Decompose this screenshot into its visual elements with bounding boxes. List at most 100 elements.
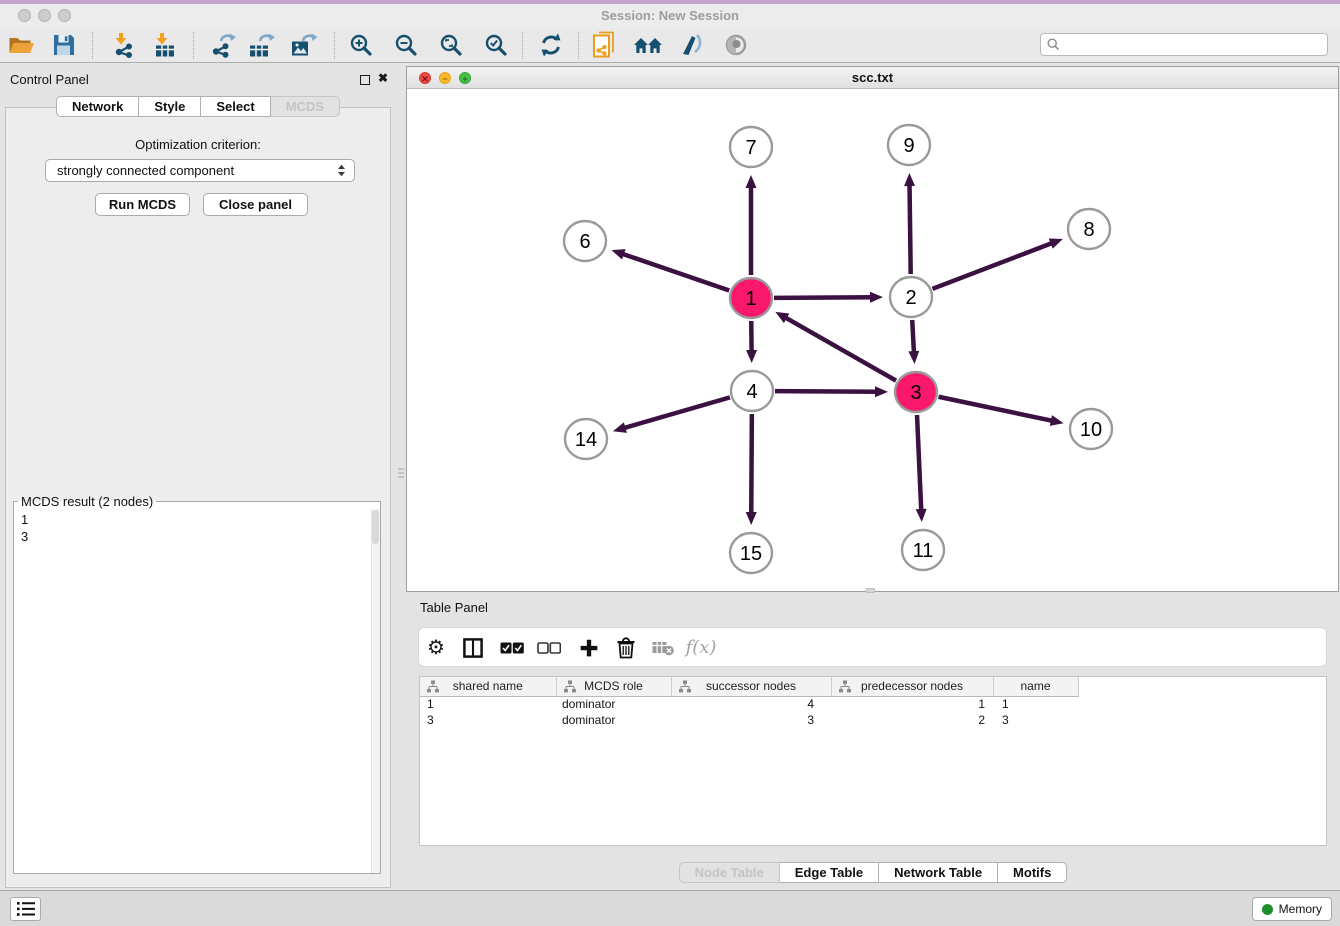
tab-network-table[interactable]: Network Table — [879, 862, 998, 883]
save-session-button[interactable] — [52, 33, 76, 57]
graph-edge-arrowhead — [611, 249, 625, 259]
graph-node-4[interactable]: 4 — [731, 371, 773, 411]
window-titlebar: Session: New Session — [0, 4, 1340, 28]
table-cell[interactable]: 4 — [671, 696, 831, 712]
column-header-name[interactable]: name — [993, 677, 1078, 696]
export-image-button[interactable] — [289, 32, 317, 58]
tab-network[interactable]: Network — [56, 96, 139, 117]
network-graph-svg[interactable]: 7 9 6 8 1 2 4 3 14 10 15 11 — [407, 89, 1338, 591]
import-table-button[interactable] — [152, 32, 178, 58]
table-cell[interactable]: dominator — [556, 696, 671, 712]
column-header-shared-name[interactable]: shared name — [420, 677, 556, 696]
delete-table-button[interactable] — [652, 640, 675, 656]
select-all-button[interactable] — [500, 642, 524, 654]
export-network-button[interactable] — [208, 32, 236, 58]
graph-node-14[interactable]: 14 — [565, 419, 607, 459]
delete-column-button[interactable] — [616, 637, 636, 659]
home-button[interactable] — [633, 34, 663, 56]
open-session-button[interactable] — [8, 33, 35, 57]
graph-node-11[interactable]: 11 — [902, 530, 944, 570]
node-table-region: shared name MCDS role successor nodes pr… — [419, 676, 1327, 846]
column-header-successor-nodes[interactable]: successor nodes — [671, 677, 831, 696]
graph-edge-4-15[interactable] — [751, 414, 752, 517]
table-toolbar: ⚙ f(x) — [418, 627, 1327, 667]
graph-node-8[interactable]: 8 — [1068, 209, 1110, 249]
tab-style[interactable]: Style — [139, 96, 201, 117]
tab-motifs[interactable]: Motifs — [998, 862, 1067, 883]
zoom-fit-icon — [439, 33, 463, 57]
table-cell[interactable]: 3 — [671, 712, 831, 728]
column-header-mcds-role[interactable]: MCDS role — [556, 677, 671, 696]
graph-edge-3-10[interactable] — [939, 397, 1056, 422]
memory-button[interactable]: Memory — [1252, 897, 1332, 921]
graph-node-10[interactable]: 10 — [1070, 409, 1112, 449]
close-panel-button[interactable]: Close panel — [203, 193, 308, 216]
refresh-button[interactable] — [538, 32, 564, 58]
graph-edge-arrowhead — [870, 292, 883, 303]
zoom-out-button[interactable] — [394, 33, 418, 57]
style-brush-button[interactable] — [680, 32, 704, 58]
tab-node-table[interactable]: Node Table — [679, 862, 780, 883]
result-scrollbar[interactable] — [371, 509, 380, 873]
table-settings-button[interactable]: ⚙ — [427, 638, 445, 658]
table-cell[interactable]: 1 — [420, 696, 556, 712]
zoom-in-button[interactable] — [349, 33, 373, 57]
graph-edge-4-3[interactable] — [775, 391, 880, 392]
graph-edge-2-9[interactable] — [909, 181, 910, 274]
graph-edge-3-11[interactable] — [917, 415, 921, 514]
add-column-button[interactable] — [579, 638, 600, 659]
task-history-button[interactable] — [10, 897, 41, 921]
graph-node-7[interactable]: 7 — [730, 127, 772, 167]
table-row[interactable]: 1dominator411 — [420, 696, 1326, 712]
table-cell[interactable] — [1078, 696, 1326, 712]
graph-edge-3-1[interactable] — [782, 316, 896, 381]
graph-edge-1-2[interactable] — [774, 297, 875, 298]
horizontal-splitter-handle[interactable] — [866, 588, 875, 593]
tab-mcds[interactable]: MCDS — [271, 96, 340, 117]
graph-edge-arrowhead — [746, 512, 757, 525]
graph-node-1[interactable]: 1 — [730, 278, 772, 318]
tab-select[interactable]: Select — [201, 96, 270, 117]
graph-edge-arrowhead — [746, 175, 757, 188]
zoom-selected-button[interactable] — [484, 33, 508, 57]
deselect-all-button[interactable] — [537, 642, 561, 654]
eye-button[interactable] — [724, 33, 748, 57]
criterion-dropdown[interactable]: strongly connected component — [45, 159, 355, 182]
float-panel-icon[interactable] — [360, 75, 370, 85]
eye-icon — [724, 33, 748, 57]
table-cell[interactable]: 1 — [831, 696, 993, 712]
graph-node-9[interactable]: 9 — [888, 125, 930, 165]
graph-node-3[interactable]: 3 — [895, 372, 937, 412]
network-window-titlebar[interactable]: ✕ − + scc.txt — [407, 67, 1338, 89]
graph-node-15[interactable]: 15 — [730, 533, 772, 573]
network-document-button[interactable] — [591, 31, 617, 59]
export-table-button[interactable] — [247, 32, 275, 58]
graph-node-6[interactable]: 6 — [564, 221, 606, 261]
table-cell[interactable] — [1078, 712, 1326, 728]
search-input[interactable] — [1064, 37, 1321, 53]
graph-node-2[interactable]: 2 — [890, 277, 932, 317]
zoom-fit-button[interactable] — [439, 33, 463, 57]
table-row[interactable]: 3dominator323 — [420, 712, 1326, 728]
import-network-button[interactable] — [111, 32, 137, 58]
column-layout-button[interactable] — [463, 638, 484, 659]
import-table-icon — [152, 32, 178, 58]
tab-edge-table[interactable]: Edge Table — [780, 862, 879, 883]
table-cell[interactable]: 1 — [993, 696, 1078, 712]
gear-icon: ⚙ — [427, 637, 445, 659]
mcds-result-text[interactable]: 1 3 — [14, 509, 371, 873]
run-mcds-button[interactable]: Run MCDS — [95, 193, 190, 216]
table-cell[interactable]: 2 — [831, 712, 993, 728]
graph-edge-4-14[interactable] — [620, 397, 730, 429]
table-cell[interactable]: 3 — [993, 712, 1078, 728]
hierarchy-icon — [839, 680, 851, 693]
graph-edge-2-3[interactable] — [912, 320, 914, 356]
graph-edge-2-8[interactable] — [932, 242, 1055, 289]
table-cell[interactable]: dominator — [556, 712, 671, 728]
graph-edge-1-6[interactable] — [619, 253, 729, 291]
table-cell[interactable]: 3 — [420, 712, 556, 728]
close-panel-icon[interactable]: ✖ — [378, 71, 388, 85]
panel-splitter-handle[interactable] — [397, 466, 405, 484]
function-builder-button[interactable]: f(x) — [686, 639, 717, 657]
column-header-predecessor-nodes[interactable]: predecessor nodes — [831, 677, 993, 696]
